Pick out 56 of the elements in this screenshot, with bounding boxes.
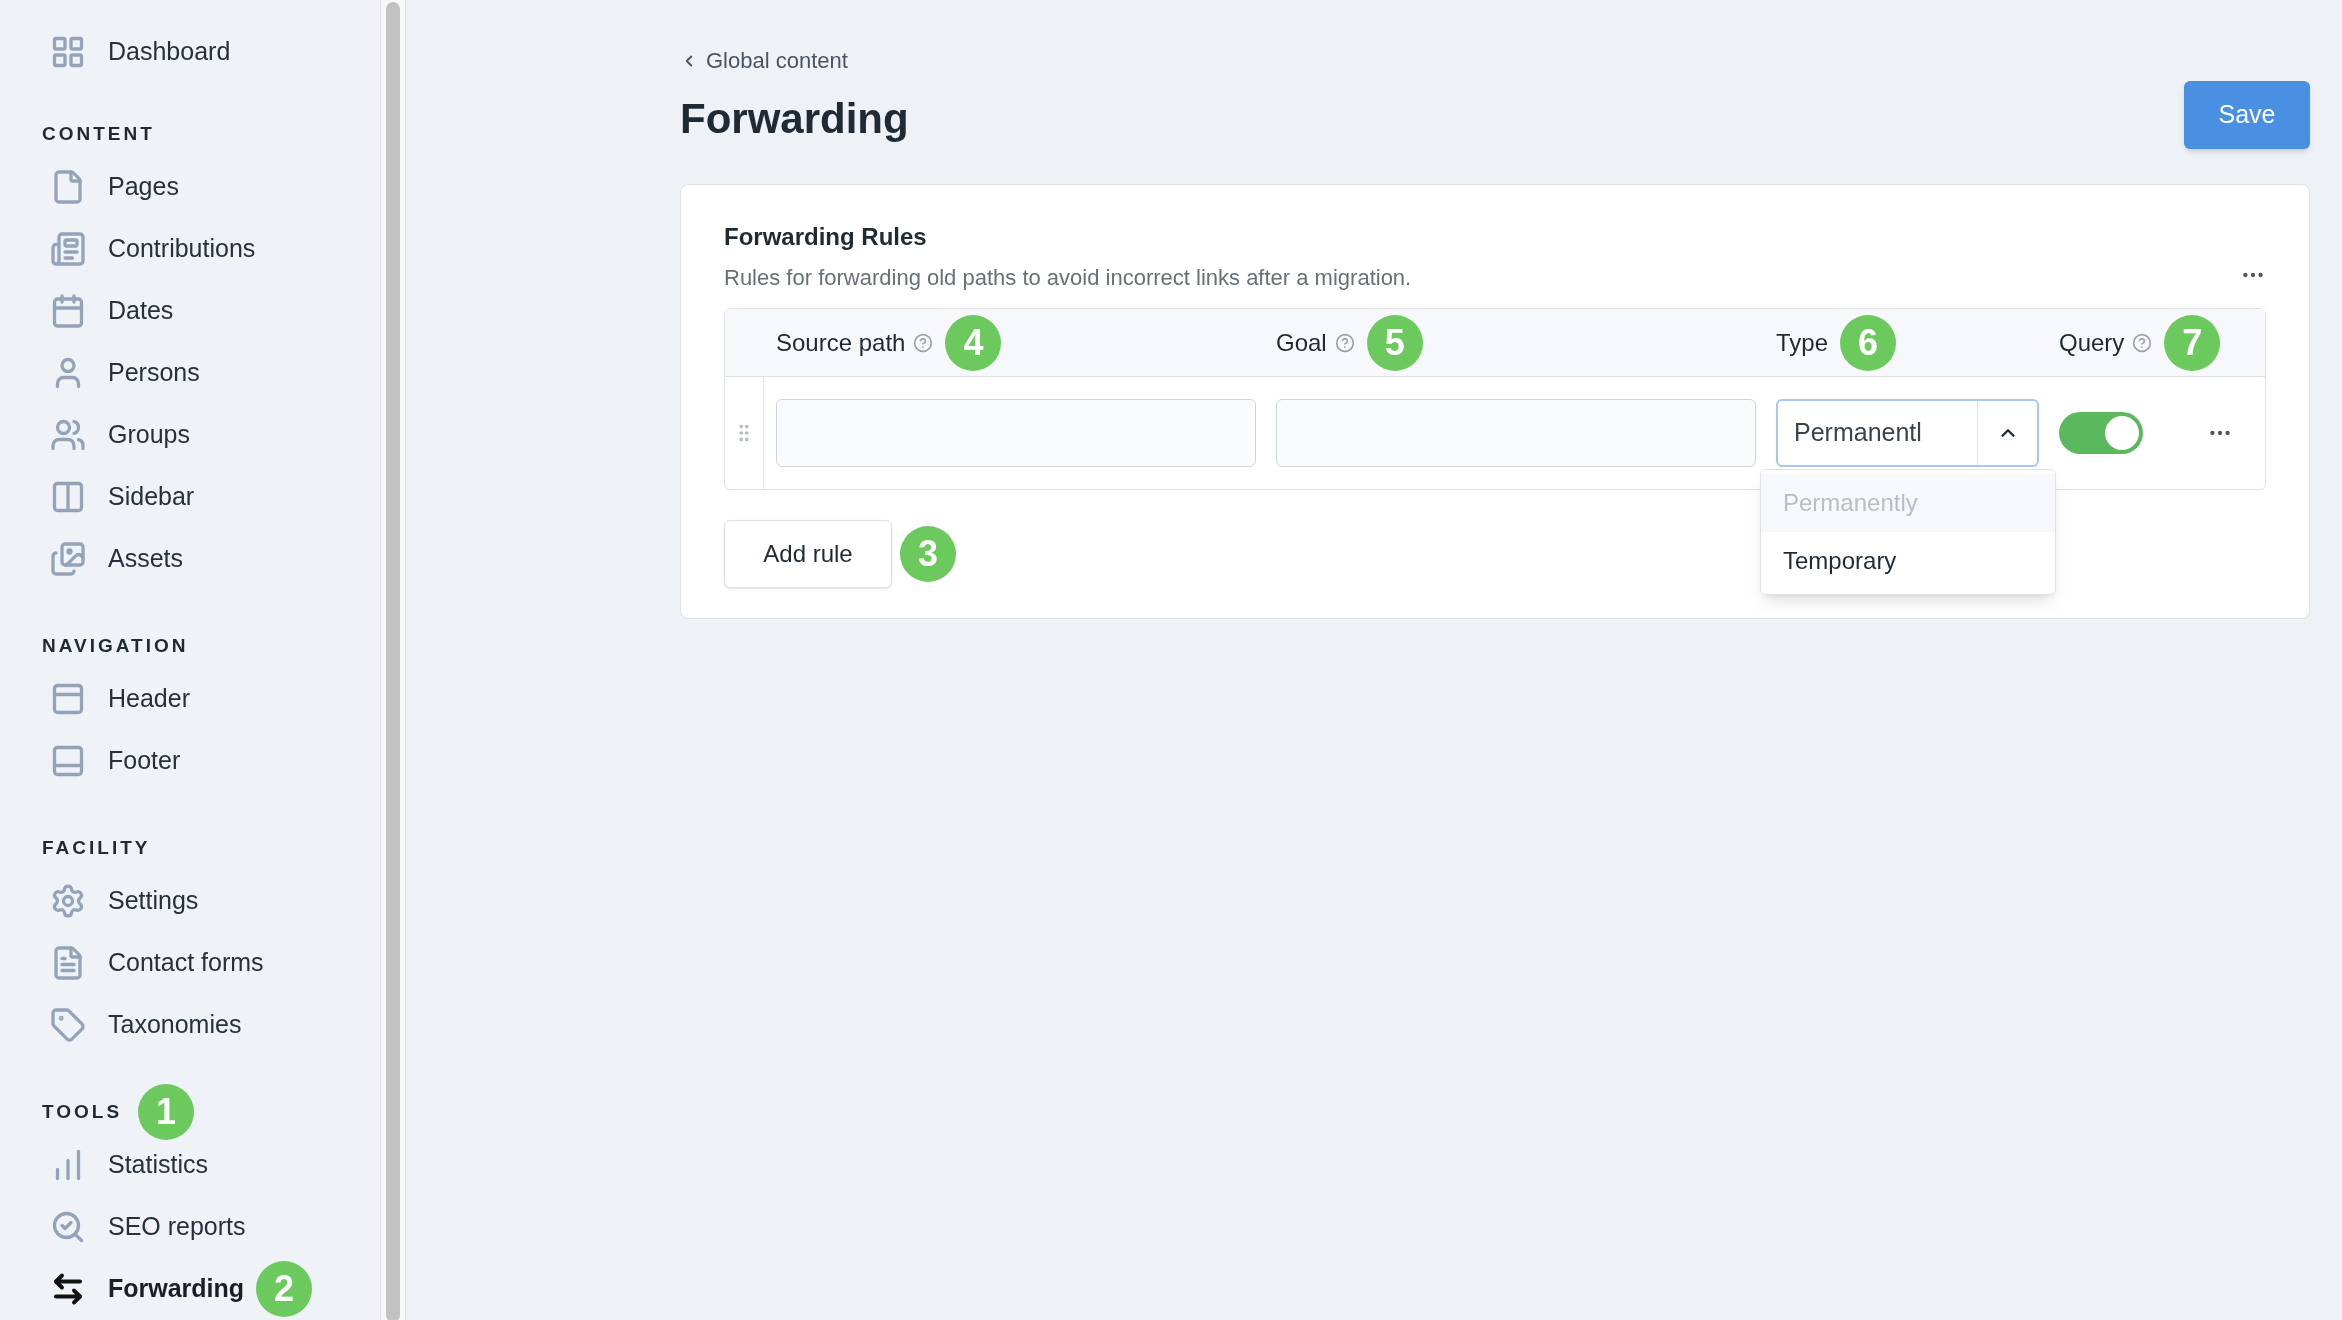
- settings-icon: [50, 883, 86, 919]
- tag-icon: [50, 1007, 86, 1043]
- sidebar-item[interactable]: SEO reports: [50, 1208, 246, 1246]
- card-description: Rules for forwarding old paths to avoid incorrect links after a migration.: [724, 264, 1412, 292]
- sidebar-item[interactable]: Sidebar: [50, 478, 195, 516]
- help-icon[interactable]: [2132, 332, 2153, 353]
- panel-top-icon: [50, 681, 86, 717]
- goal-field[interactable]: [1276, 399, 1756, 467]
- panel-bottom-icon: [50, 743, 86, 779]
- newspaper-icon: [50, 231, 86, 267]
- page-title: Forwarding: [680, 94, 909, 144]
- section-heading: TOOLS: [42, 1099, 123, 1124]
- sidebar-item[interactable]: Pages: [50, 168, 179, 206]
- sidebar-item[interactable]: Statistics: [50, 1146, 209, 1184]
- sidebar-item[interactable]: Header: [50, 680, 190, 718]
- step-number: 4: [945, 314, 1002, 371]
- sidebar-item[interactable]: Dashboard: [50, 33, 231, 71]
- people-icon: [50, 417, 86, 453]
- query-toggle[interactable]: [2059, 412, 2143, 454]
- search-icon: [50, 1209, 86, 1245]
- section-heading: FACILITY: [42, 835, 151, 860]
- sidebar-item[interactable]: Contributions: [50, 230, 256, 268]
- add-rule-button[interactable]: Add rule: [724, 520, 892, 588]
- dropdown-option[interactable]: Temporary: [1761, 532, 2055, 590]
- step-number: 7: [2164, 314, 2221, 371]
- step-number: 3: [900, 526, 956, 582]
- column-header: Source path: [776, 327, 906, 358]
- sidebar-item[interactable]: Assets: [50, 540, 184, 578]
- help-icon[interactable]: [913, 332, 934, 353]
- calendar-icon: [50, 293, 86, 329]
- column-header: Query: [2059, 327, 2125, 358]
- section-heading: NAVIGATION: [42, 633, 189, 658]
- sidebar-item[interactable]: Persons: [50, 354, 200, 392]
- section-heading: CONTENT: [42, 121, 155, 146]
- breadcrumb-link[interactable]: Global content: [680, 44, 909, 77]
- step-number: 5: [1366, 314, 1423, 371]
- type-select[interactable]: Permanentl: [1776, 399, 2039, 467]
- sidebar-item[interactable]: Footer: [50, 742, 181, 780]
- help-icon[interactable]: [1334, 332, 1355, 353]
- columns-icon: [50, 479, 86, 515]
- column-header: Goal: [1276, 327, 1327, 358]
- column-header: Type: [1776, 327, 1829, 358]
- step-number: 2: [256, 1261, 313, 1317]
- step-number: 1: [138, 1084, 195, 1140]
- sidebar-item[interactable]: Settings: [50, 882, 199, 920]
- images-icon: [50, 541, 86, 577]
- scrollbar-thumb[interactable]: [386, 2, 400, 1320]
- sidebar-item[interactable]: Forwarding: [50, 1270, 245, 1308]
- step-number: 6: [1840, 314, 1897, 371]
- sidebar-item[interactable]: Groups: [50, 416, 190, 454]
- source-path-field[interactable]: [776, 399, 1256, 467]
- sidebar-item[interactable]: Dates: [50, 292, 174, 330]
- card-title: Forwarding Rules: [724, 222, 928, 252]
- sidebar-item[interactable]: Contact forms: [50, 944, 264, 982]
- grid-icon: [50, 34, 86, 70]
- sidebar-item[interactable]: Taxonomies: [50, 1006, 242, 1044]
